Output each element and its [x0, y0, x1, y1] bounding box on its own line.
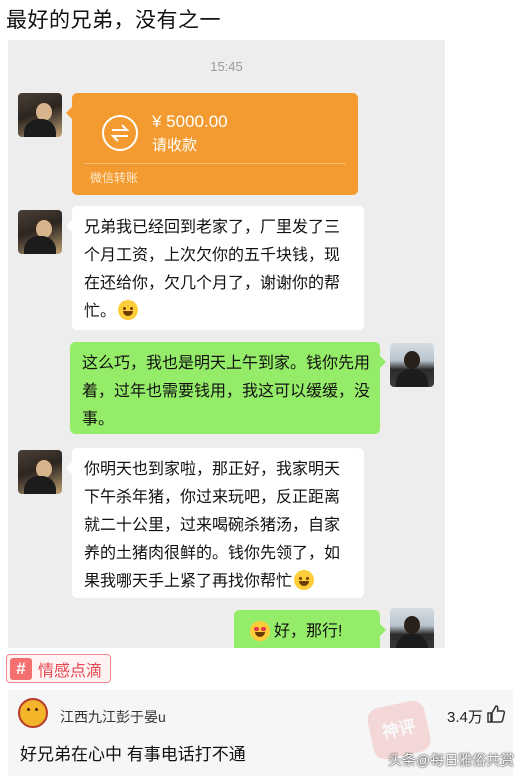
comment-text: 好兄弟在心中 有事电话打不通: [20, 745, 246, 764]
grin-emoji-icon: [294, 570, 315, 590]
message-text: 这么巧，我也是明天上午到家。钱你先用着，过年也需要钱用，我这可以缓缓，没事。: [82, 355, 371, 428]
message-bubble-me[interactable]: 好，那行!: [234, 610, 386, 648]
topic-bar: # 情感点滴: [0, 654, 515, 688]
heart-eyes-emoji-icon: [250, 621, 270, 641]
topic-tag[interactable]: # 情感点滴: [6, 654, 112, 683]
like-count: 3.4万: [447, 709, 483, 726]
friend-avatar[interactable]: [18, 450, 62, 494]
message-bubble-me[interactable]: 这么巧，我也是明天上午到家。钱你先用着，过年也需要钱用，我这可以缓缓，没事。: [70, 342, 386, 434]
chat-timestamp: 15:45: [210, 59, 243, 74]
transfer-amount: ¥ 5000.00: [152, 112, 228, 131]
transfer-arrows-icon: [102, 115, 138, 151]
transfer-divider: [84, 163, 346, 164]
thumbs-up-icon[interactable]: [486, 704, 506, 729]
chat-screenshot: 15:45 ¥ 5000.00 请收款 微信转账 兄弟我已经回到老家了，厂里发了…: [8, 40, 445, 648]
transfer-footer: 微信转账: [90, 171, 139, 185]
friend-avatar[interactable]: [18, 210, 62, 254]
message-text: 好，那行!: [274, 623, 343, 640]
topic-tag-label: 情感点滴: [38, 662, 103, 680]
source-watermark: 头条@每日雅俗共赏: [388, 752, 515, 768]
commenter-avatar[interactable]: [18, 698, 48, 728]
post-title: 最好的兄弟，没有之一: [6, 9, 221, 32]
transfer-status: 请收款: [152, 137, 198, 154]
laughing-emoji-icon: [118, 300, 139, 320]
message-bubble-friend[interactable]: 你明天也到家啦，那正好，我家明天下午杀年猪，你过来玩吧，反正距离就二十公里，过来…: [66, 448, 364, 598]
wechat-transfer-card[interactable]: ¥ 5000.00 请收款 微信转账: [66, 93, 358, 195]
my-avatar[interactable]: [390, 343, 434, 387]
hashtag-icon: #: [10, 657, 32, 680]
commenter-name[interactable]: 江西九江彭于晏u: [60, 707, 166, 727]
my-avatar[interactable]: [390, 608, 434, 648]
friend-avatar[interactable]: [18, 93, 62, 137]
message-bubble-friend[interactable]: 兄弟我已经回到老家了，厂里发了三个月工资，上次欠你的五千块钱，现在还给你，欠几个…: [66, 206, 364, 330]
